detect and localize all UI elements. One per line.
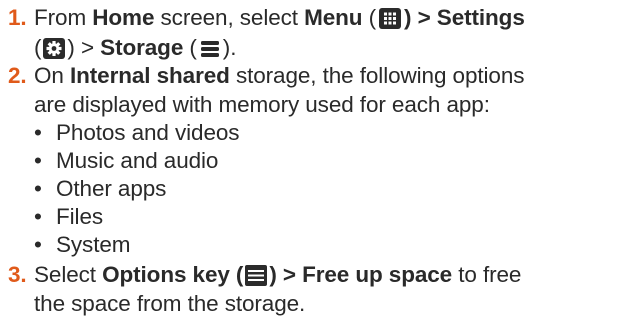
step-2-line-2: are displayed with memory used for each … bbox=[34, 92, 490, 117]
paren-close-gt: ) > bbox=[404, 5, 431, 30]
step-1-storage: Storage bbox=[100, 35, 184, 60]
step-2-number: 2. bbox=[8, 63, 27, 88]
paren-open: ( bbox=[368, 5, 377, 30]
gear-icon bbox=[43, 38, 66, 59]
grid-menu-icon bbox=[379, 8, 402, 29]
step-3-number: 3. bbox=[8, 262, 27, 287]
storage-lines-icon bbox=[200, 38, 220, 59]
bullet-other-apps: Other apps bbox=[56, 176, 167, 201]
step-1-menu: Menu bbox=[304, 5, 363, 30]
paren-open: ( bbox=[189, 35, 197, 60]
step-1-text-screen-select: screen, select bbox=[160, 5, 299, 30]
step-3-line-2: the space from the storage. bbox=[34, 291, 306, 316]
bullet-music-audio: Music and audio bbox=[56, 148, 219, 173]
step-1-settings: Settings bbox=[436, 5, 525, 30]
bullet-dot: • bbox=[34, 204, 42, 229]
step-3-options-key: Options key ( bbox=[102, 262, 244, 287]
instruction-document: 1. From Home screen, select Menu ( ) > S… bbox=[0, 0, 626, 325]
step-2-text-on: On bbox=[34, 63, 64, 88]
options-key-icon bbox=[245, 265, 268, 286]
step-3-free-up-space: ) > Free up space bbox=[269, 262, 453, 287]
bullet-item: • Other apps bbox=[34, 176, 166, 202]
step-1-text-from: From bbox=[34, 5, 87, 30]
bullet-system: System bbox=[56, 232, 131, 257]
step-3-text-to-free: to free bbox=[458, 262, 522, 287]
step-2-internal-shared: Internal shared bbox=[69, 63, 230, 88]
bullet-item: • Files bbox=[34, 204, 103, 230]
bullet-files: Files bbox=[56, 204, 104, 229]
step-1-number: 1. bbox=[8, 5, 27, 30]
step-1-line-2: ( ) > Storage ( ). bbox=[34, 35, 236, 61]
bullet-item: • System bbox=[34, 232, 131, 258]
bullet-dot: • bbox=[34, 176, 42, 201]
bullet-item: • Photos and videos bbox=[34, 120, 240, 146]
bullet-dot: • bbox=[34, 120, 42, 145]
step-1-home: Home bbox=[92, 5, 155, 30]
paren-close-gt: ) > bbox=[67, 35, 94, 60]
bullet-dot: • bbox=[34, 148, 42, 173]
paren-open: ( bbox=[34, 35, 42, 60]
bullet-item: • Music and audio bbox=[34, 148, 218, 174]
bullet-dot: • bbox=[34, 232, 42, 257]
step-2-text-rest: storage, the following options bbox=[235, 63, 525, 88]
bullet-photos-videos: Photos and videos bbox=[56, 120, 240, 145]
step-3-text-select: Select bbox=[34, 262, 96, 287]
paren-close-end: ). bbox=[222, 35, 237, 60]
